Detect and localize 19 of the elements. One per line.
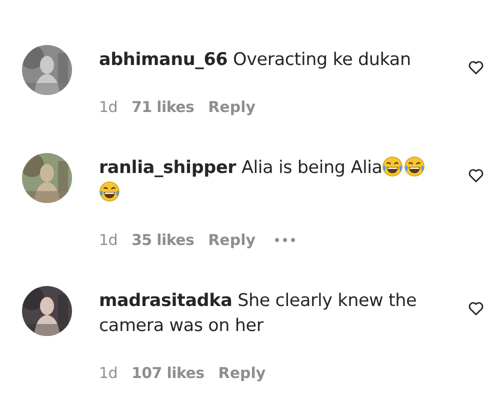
heart-icon[interactable] xyxy=(468,168,484,183)
heart-icon[interactable] xyxy=(468,301,484,316)
reply-button[interactable]: Reply xyxy=(218,363,266,383)
comment-time: 1d xyxy=(99,230,118,250)
comment-time: 1d xyxy=(99,363,118,383)
laughing-emoji-icon xyxy=(404,156,426,177)
reply-button[interactable]: Reply xyxy=(208,97,256,117)
comment-text: madrasitadka She clearly knew the camera was on her xyxy=(99,290,418,338)
likes-count[interactable]: 71 likes xyxy=(131,97,194,117)
comment-time: 1d xyxy=(99,97,118,117)
comment-text: ranlia_shipper Alia is being Alia xyxy=(99,156,431,206)
more-icon[interactable] xyxy=(274,237,296,243)
likes-count[interactable]: 35 likes xyxy=(131,230,194,250)
likes-count[interactable]: 107 likes xyxy=(131,363,204,383)
comment-text: abhimanu_66 Overacting ke dukan xyxy=(99,49,412,72)
laughing-emoji-icon xyxy=(99,181,120,202)
laughing-emoji-icon xyxy=(382,156,404,177)
reply-button[interactable]: Reply xyxy=(208,230,256,250)
heart-icon[interactable] xyxy=(468,60,484,75)
